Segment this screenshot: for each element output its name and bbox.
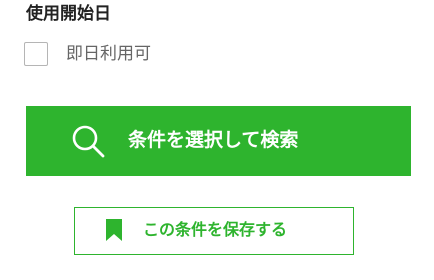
immediate-available-option[interactable]: 即日利用可 bbox=[24, 40, 151, 68]
search-with-conditions-button[interactable]: 条件を選択して検索 bbox=[26, 106, 411, 176]
bookmark-icon bbox=[106, 219, 122, 241]
save-conditions-button[interactable]: この条件を保存する bbox=[74, 207, 354, 255]
search-button-label: 条件を選択して検索 bbox=[128, 130, 299, 151]
search-icon bbox=[72, 125, 105, 158]
save-button-label: この条件を保存する bbox=[143, 222, 288, 239]
immediate-available-label[interactable]: 即日利用可 bbox=[66, 42, 151, 66]
start-date-heading: 使用開始日 bbox=[26, 4, 111, 24]
immediate-available-checkbox[interactable] bbox=[24, 42, 48, 66]
start-date-filter-panel: 使用開始日 即日利用可 条件を選択して検索 この条件を保存する bbox=[0, 0, 434, 280]
